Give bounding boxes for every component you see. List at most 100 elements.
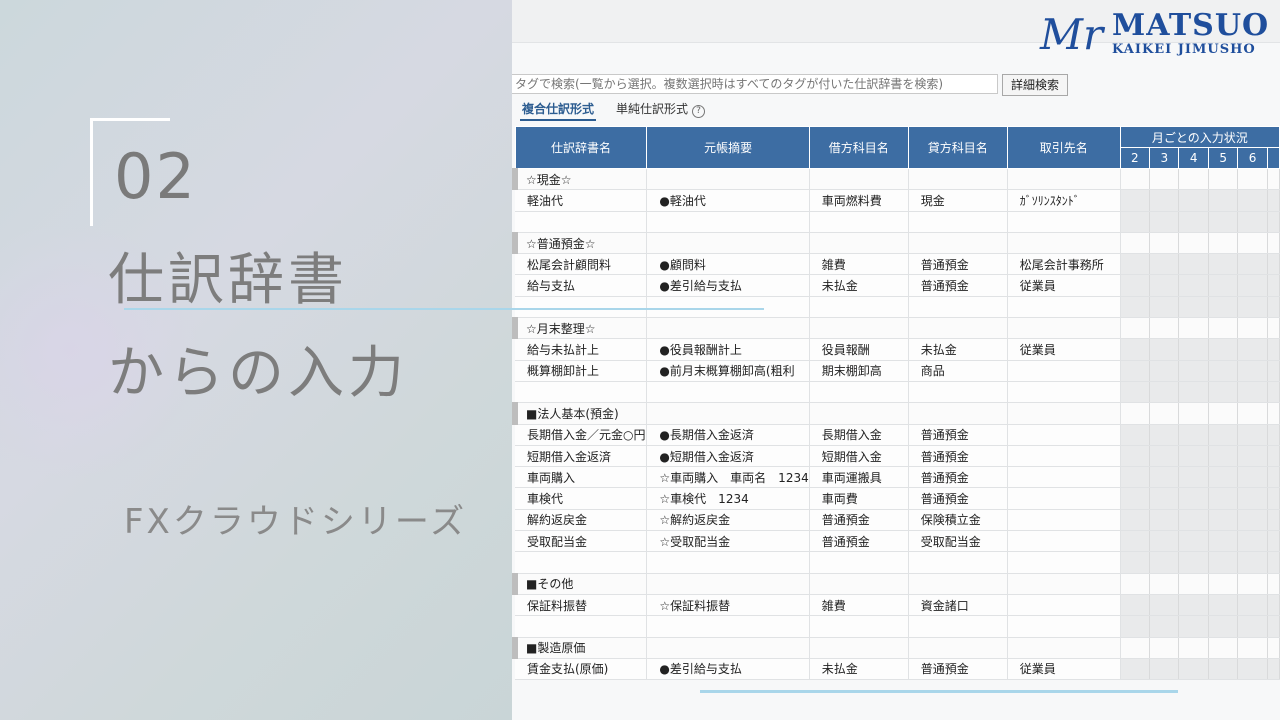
cell-memo[interactable]: ●短期借入金返済	[646, 445, 810, 468]
cell-partner[interactable]	[1007, 594, 1121, 617]
category-row[interactable]: ■法人基本(預金)	[512, 402, 1280, 425]
cell-credit[interactable]	[908, 211, 1008, 233]
cell-memo[interactable]: ●軽油代	[646, 189, 810, 212]
cell-partner[interactable]	[1007, 424, 1121, 446]
cell-memo[interactable]	[646, 381, 810, 404]
cell-credit[interactable]: 普通預金	[908, 487, 1008, 510]
cell-name[interactable]	[515, 381, 648, 404]
cell-partner[interactable]	[1007, 509, 1121, 532]
category-row[interactable]: ■製造原価	[512, 637, 1280, 659]
cell-partner[interactable]: 従業員	[1007, 338, 1121, 361]
cell-name[interactable]: ☆現金☆	[512, 168, 648, 191]
table-row[interactable]: 短期借入金返済 ●短期借入金返済 短期借入金 普通預金	[515, 445, 1280, 468]
cell-credit[interactable]	[908, 317, 1008, 340]
cell-memo[interactable]	[646, 211, 810, 233]
table-row[interactable]: 解約返戻金 ☆解約返戻金 普通預金 保険積立金	[515, 509, 1280, 532]
cell-partner[interactable]	[1007, 573, 1121, 595]
table-row[interactable]: 給与支払 ●差引給与支払 未払金 普通預金 従業員	[515, 274, 1280, 297]
cell-debit[interactable]	[809, 232, 909, 255]
tab-simple-journal[interactable]: 単純仕訳形式?	[616, 99, 706, 119]
cell-memo[interactable]	[646, 573, 810, 595]
cell-credit[interactable]: 普通預金	[908, 424, 1008, 446]
cell-debit[interactable]	[809, 211, 909, 233]
cell-name[interactable]: 賃金支払(原価)	[515, 658, 648, 681]
cell-partner[interactable]	[1007, 530, 1121, 553]
cell-partner[interactable]	[1007, 168, 1121, 191]
cell-debit[interactable]	[809, 637, 909, 659]
cell-memo[interactable]: ●長期借入金返済	[646, 424, 810, 446]
cell-credit[interactable]	[908, 168, 1008, 191]
cell-memo[interactable]: ●差引給与支払	[646, 658, 810, 681]
cell-credit[interactable]: 現金	[908, 189, 1008, 212]
cell-memo[interactable]: ☆保証料振替	[646, 594, 810, 617]
column-header-debit[interactable]: 借方科目名	[808, 126, 909, 169]
cell-credit[interactable]	[908, 573, 1008, 595]
cell-partner[interactable]	[1007, 211, 1121, 233]
cell-partner[interactable]: 松尾会計事務所	[1007, 253, 1121, 276]
cell-debit[interactable]: 未払金	[809, 658, 909, 681]
cell-memo[interactable]	[646, 168, 810, 191]
cell-credit[interactable]	[908, 615, 1008, 638]
cell-name[interactable]: 解約返戻金	[515, 509, 648, 532]
cell-name[interactable]: 保証料振替	[515, 594, 648, 617]
cell-debit[interactable]: 車両運搬具	[809, 466, 909, 489]
cell-memo[interactable]: ●前月末概算棚卸高(粗利	[646, 360, 810, 382]
cell-debit[interactable]: 雑費	[809, 253, 909, 276]
cell-partner[interactable]	[1007, 381, 1121, 404]
cell-memo[interactable]: ●役員報酬計上	[646, 338, 810, 361]
table-row[interactable]: 車両購入 ☆車両購入 車両名 1234 車両運搬具 普通預金	[515, 466, 1280, 489]
cell-credit[interactable]	[908, 381, 1008, 404]
cell-partner[interactable]: 従業員	[1007, 658, 1121, 681]
column-header-memo[interactable]: 元帳摘要	[646, 126, 810, 169]
category-row[interactable]: ■その他	[512, 573, 1280, 595]
cell-debit[interactable]	[809, 168, 909, 191]
cell-debit[interactable]	[809, 402, 909, 425]
help-icon[interactable]: ?	[692, 105, 706, 118]
cell-debit[interactable]: 車両費	[809, 487, 909, 510]
detail-search-button[interactable]: 詳細検索	[1002, 74, 1069, 96]
cell-name[interactable]: ■その他	[512, 573, 648, 595]
cell-partner[interactable]	[1007, 360, 1121, 382]
cell-partner[interactable]: 従業員	[1007, 274, 1121, 297]
cell-credit[interactable]: 普通預金	[908, 466, 1008, 489]
table-row[interactable]: 松尾会計顧問料 ●顧問料 雑費 普通預金 松尾会計事務所	[515, 253, 1280, 276]
cell-name[interactable]: ■法人基本(預金)	[512, 402, 648, 425]
cell-memo[interactable]	[646, 615, 810, 638]
cell-name[interactable]: 給与支払	[515, 274, 648, 297]
cell-debit[interactable]: 普通預金	[809, 509, 909, 532]
blank-row[interactable]	[515, 381, 1280, 404]
cell-partner[interactable]: ｶﾞｿﾘﾝｽﾀﾝﾄﾞ	[1007, 189, 1121, 212]
cell-debit[interactable]: 期末棚卸高	[809, 360, 909, 382]
cell-name[interactable]	[515, 615, 648, 638]
table-row[interactable]: 長期借入金／元金○円 ●長期借入金返済 長期借入金 普通預金	[515, 424, 1280, 446]
blank-row[interactable]	[515, 296, 1280, 319]
blank-row[interactable]	[515, 551, 1280, 574]
cell-credit[interactable]: 普通預金	[908, 445, 1008, 468]
cell-credit[interactable]	[908, 232, 1008, 255]
table-row[interactable]: 賃金支払(原価) ●差引給与支払 未払金 普通預金 従業員	[515, 658, 1280, 681]
cell-debit[interactable]	[809, 296, 909, 319]
cell-credit[interactable]: 保険積立金	[908, 509, 1008, 532]
cell-debit[interactable]: 役員報酬	[809, 338, 909, 361]
cell-memo[interactable]: ☆車検代 1234	[646, 487, 810, 510]
cell-partner[interactable]	[1007, 487, 1121, 510]
cell-memo[interactable]: ☆車両購入 車両名 1234	[646, 466, 810, 489]
cell-credit[interactable]	[908, 402, 1008, 425]
cell-partner[interactable]	[1007, 615, 1121, 638]
cell-name[interactable]: ■製造原価	[512, 637, 648, 659]
cell-name[interactable]: 受取配当金	[515, 530, 648, 553]
table-row[interactable]: 保証料振替 ☆保証料振替 雑費 資金諸口	[515, 594, 1280, 617]
blank-row[interactable]	[515, 615, 1280, 638]
cell-debit[interactable]: 未払金	[809, 274, 909, 297]
cell-credit[interactable]: 資金諸口	[908, 594, 1008, 617]
cell-credit[interactable]	[908, 551, 1008, 574]
cell-debit[interactable]: 雑費	[809, 594, 909, 617]
cell-credit[interactable]: 普通預金	[908, 274, 1008, 297]
cell-name[interactable]: 概算棚卸計上	[515, 360, 648, 382]
cell-memo[interactable]	[646, 551, 810, 574]
cell-partner[interactable]	[1007, 445, 1121, 468]
cell-debit[interactable]: 短期借入金	[809, 445, 909, 468]
cell-name[interactable]: 給与未払計上	[515, 338, 648, 361]
cell-debit[interactable]	[809, 573, 909, 595]
cell-name[interactable]: 車両購入	[515, 466, 648, 489]
